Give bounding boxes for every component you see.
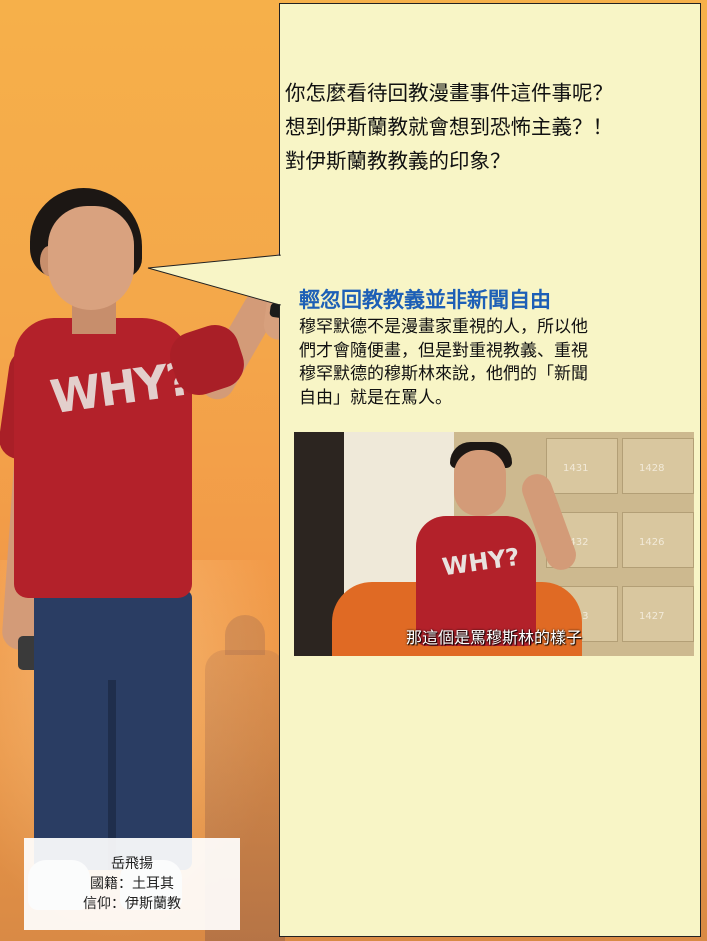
locker: 1426 [622,512,694,568]
body-line: 穆罕默德的穆斯林來說，他們的「新聞 [299,364,588,384]
question-text: 你怎麼看待回教漫畫事件這件事呢？ 想到伊斯蘭教就會想到恐怖主義？！ 對伊斯蘭教教… [285,76,701,178]
person-figure: WHY? [0,0,307,941]
section-headline: 輕忽回教教義並非新聞自由 [299,288,551,312]
video-person-head [454,450,506,516]
body-line: 穆罕默德不是漫畫家重視的人，所以他 [299,317,588,337]
person-nationality: 國籍：土耳其 [90,876,174,892]
shirt-print: WHY? [47,351,195,425]
locker: 1431 [546,438,618,494]
question-line: 想到伊斯蘭教就會想到恐怖主義？！ [285,115,613,139]
face [48,206,134,310]
person-religion: 信仰：伊斯蘭教 [83,896,181,912]
question-line: 你怎麼看待回教漫畫事件這件事呢？ [285,81,613,105]
person-name: 岳飛揚 [111,856,153,872]
question-line: 對伊斯蘭教教義的印象？ [285,149,511,173]
body-text: 穆罕默德不是漫畫家重視的人，所以他 們才會隨便畫，但是對重視教義、重視 穆罕默德… [299,316,699,410]
video-subtitle: 那這個是罵穆斯林的樣子 [405,628,582,647]
name-card: 岳飛揚 國籍：土耳其 信仰：伊斯蘭教 [24,838,240,930]
video-still: 1431 1428 1432 1426 1433 1427 WHY? 那這個是罵… [294,432,694,656]
body-line: 們才會隨便畫，但是對重視教義、重視 [299,340,588,361]
body-line: 自由」就是在罵人。 [299,387,452,408]
locker: 1428 [622,438,694,494]
